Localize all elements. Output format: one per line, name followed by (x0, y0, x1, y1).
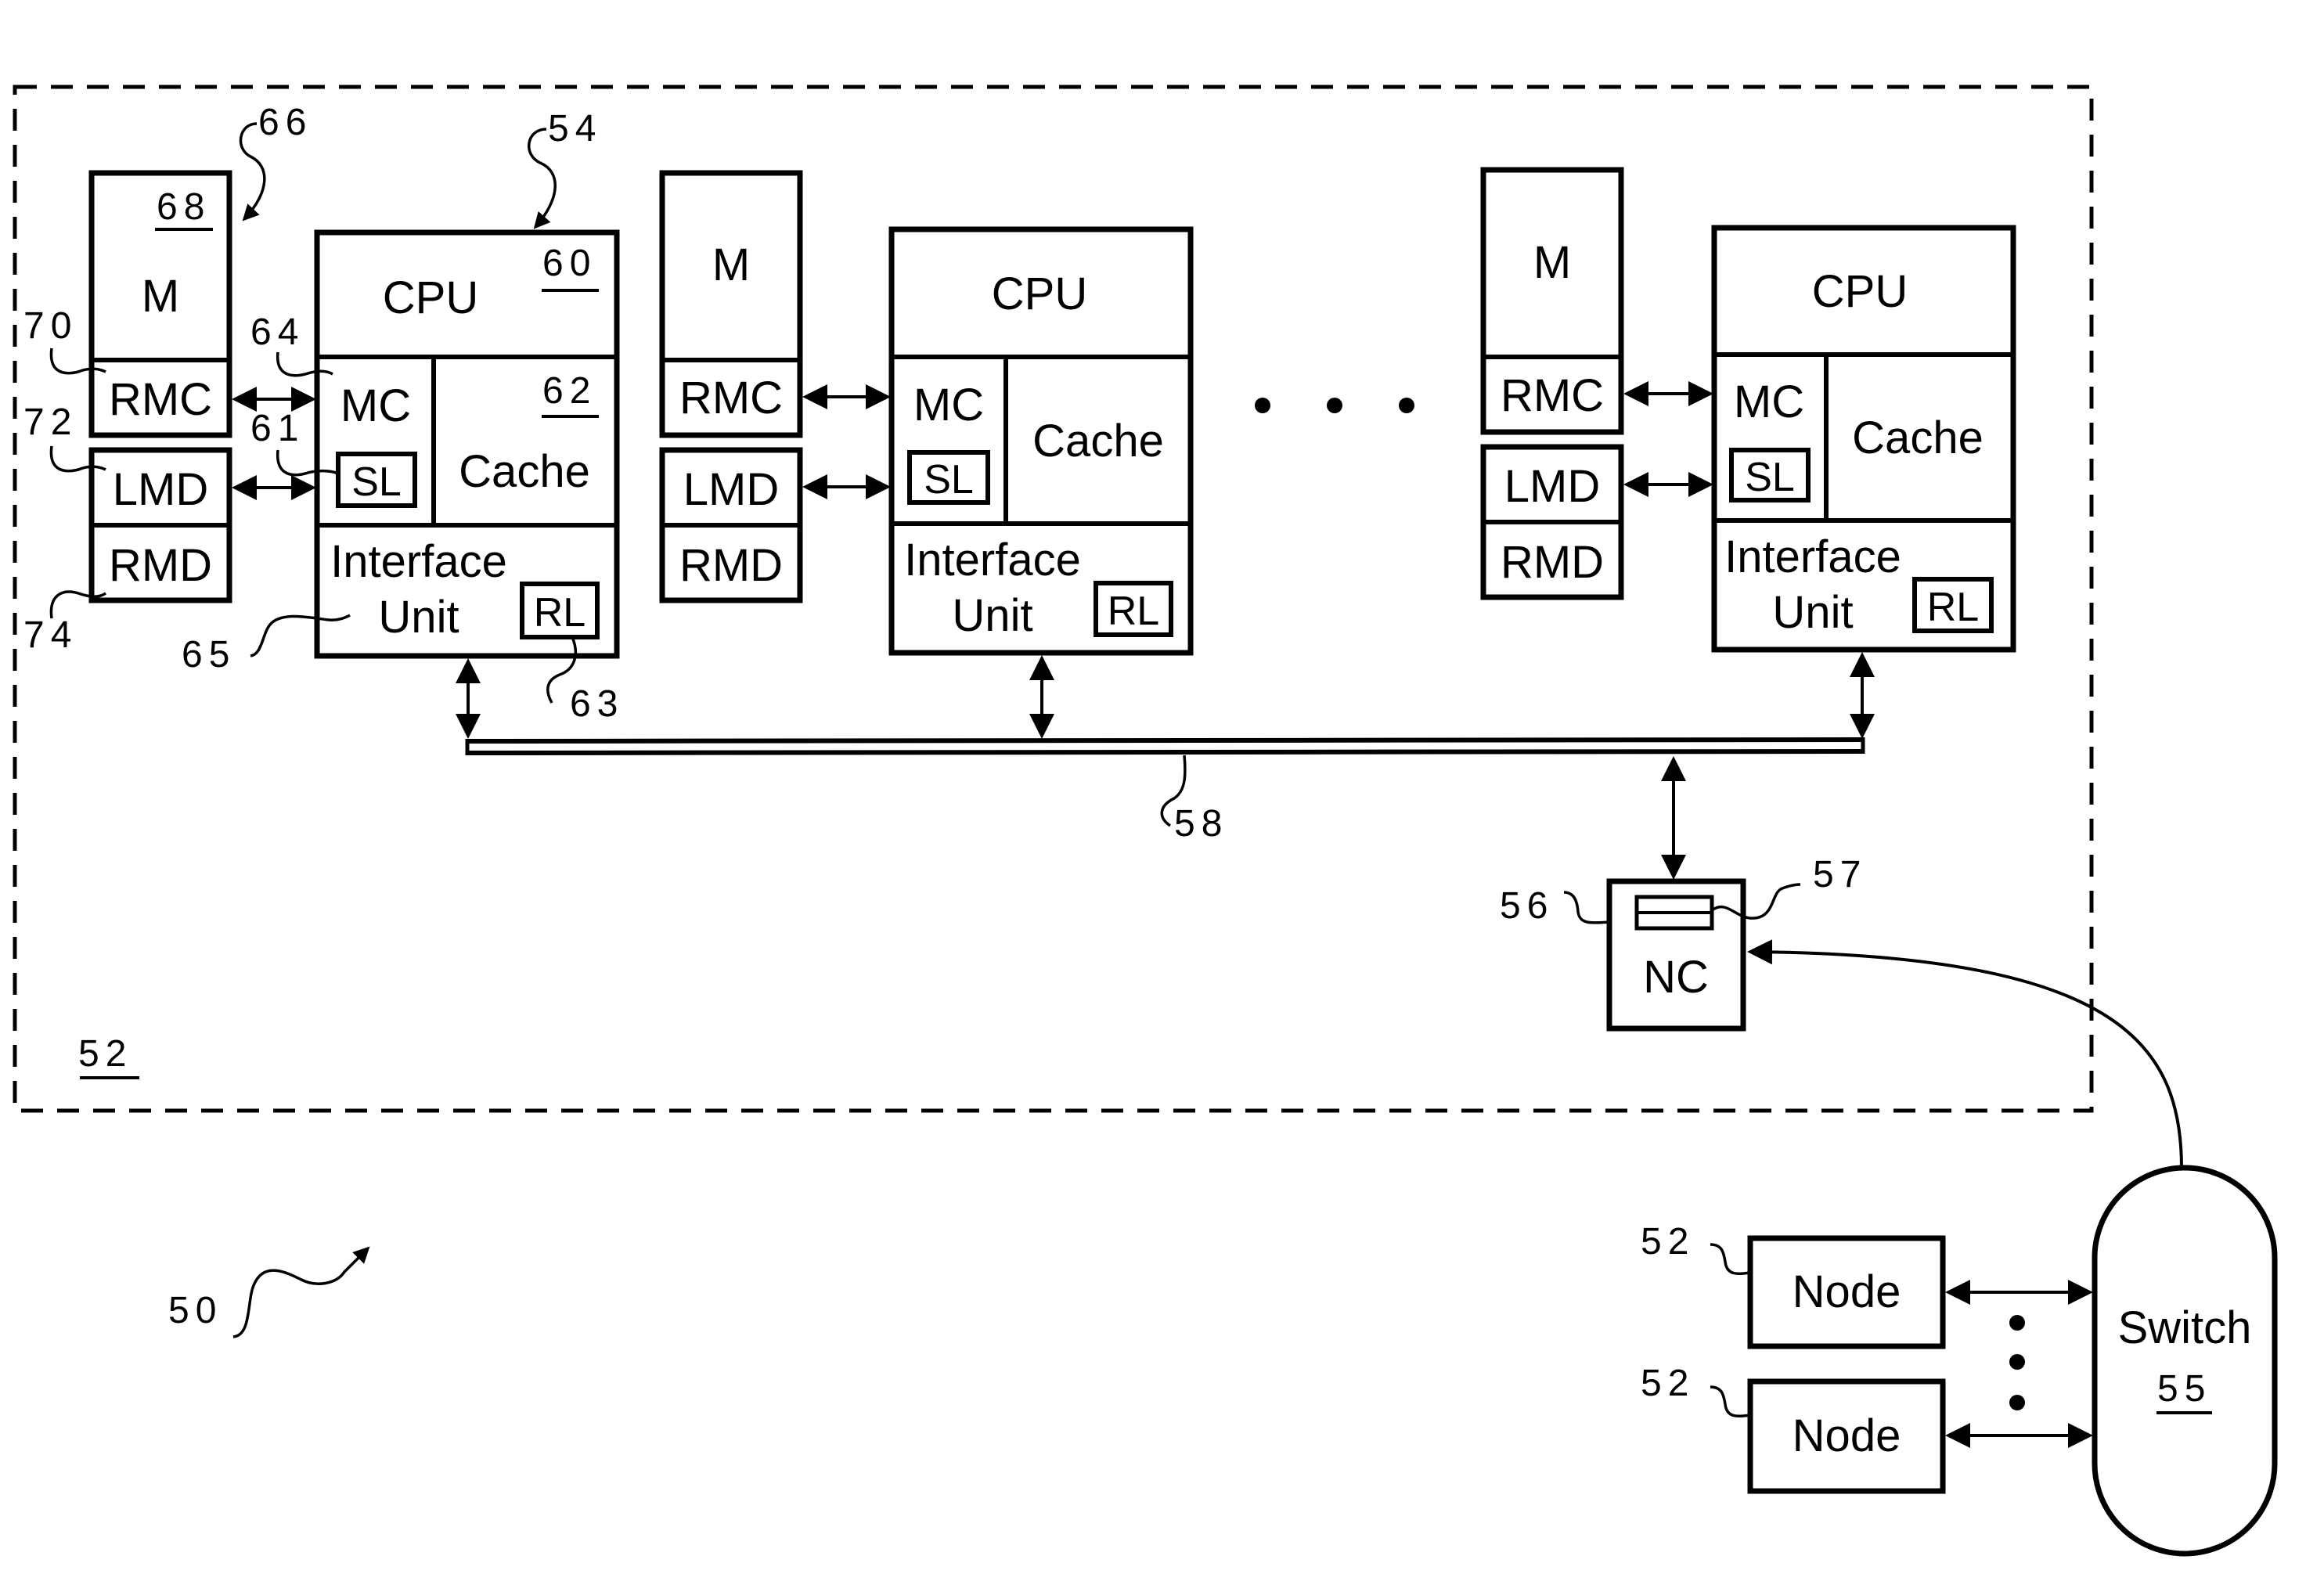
memory-label: M (712, 240, 750, 290)
rmc-label: RMC (679, 373, 783, 423)
memory-block[interactable]: M RMC (659, 170, 803, 438)
nc-label: NC (1643, 952, 1709, 1003)
sl-label: SL (351, 459, 402, 505)
ref-64: 64 (250, 312, 304, 353)
cpu-block[interactable]: CPU 60 MC SL Cache 62 Interface Unit RL (314, 229, 620, 659)
cpu-block[interactable]: CPU MC SL Cache Interface Unit RL (1711, 225, 2016, 653)
memory-label: M (1533, 237, 1571, 288)
ref-70: 70 (23, 305, 77, 347)
lmd-label: LMD (1504, 461, 1600, 512)
memory-label: M (142, 271, 179, 322)
cpu-label: CPU (1812, 266, 1908, 317)
ref-50: 50 (168, 1290, 222, 1331)
sl-label: SL (924, 457, 974, 502)
external-node-1[interactable]: Node (1747, 1235, 1946, 1349)
memory-block[interactable]: M RMC (1480, 167, 1624, 435)
ref-52-node1: 52 (1641, 1221, 1695, 1262)
cache-label: Cache (459, 446, 590, 497)
rl-label: RL (1108, 589, 1159, 634)
interface-label-line1: Interface (904, 535, 1081, 585)
ref-61: 61 (250, 408, 304, 449)
rmd-label: RMD (1501, 537, 1604, 588)
switch-label: Switch (2118, 1302, 2252, 1353)
system-bus (465, 737, 1865, 755)
external-node-2[interactable]: Node (1747, 1378, 1946, 1494)
ref-63: 63 (570, 683, 624, 725)
ref-66: 66 (258, 102, 312, 143)
processor-group-3: M RMC LMD RMD CPU MC SL Cache Interface … (1480, 167, 2016, 739)
mc-label: MC (1734, 376, 1804, 427)
interface-label-line1: Interface (330, 536, 507, 587)
ref-65: 65 (182, 634, 236, 675)
processor-group-1: M 68 RMC LMD RMD CPU 60 MC SL Cache 62 I… (88, 170, 620, 739)
system-diagram: 52 M 68 RMC LMD RMD CPU 60 MC SL Cache 6… (13, 85, 2278, 1557)
node-label: Node (1793, 1410, 1901, 1461)
ref-54: 54 (548, 108, 602, 149)
ref-74: 74 (23, 614, 77, 656)
memory-ref-label: 68 (157, 186, 211, 228)
rmd-label: RMD (679, 540, 783, 591)
rmc-label: RMC (1501, 370, 1604, 421)
switch[interactable]: Switch 55 (2092, 1165, 2278, 1557)
switch-ref-label: 55 (2157, 1368, 2211, 1410)
cpu-ref-label: 60 (542, 243, 596, 284)
rl-label: RL (1927, 585, 1979, 630)
interface-label-line1: Interface (1724, 531, 1901, 582)
directory-block[interactable]: LMD RMD (659, 447, 803, 603)
more-nodes-ellipsis (2009, 1315, 2025, 1410)
cpu-label: CPU (383, 272, 478, 323)
node-label: Node (1793, 1266, 1901, 1317)
interface-label-line2: Unit (1772, 587, 1853, 638)
ref-52-node2-leader (1710, 1385, 1751, 1417)
interface-label-line2: Unit (378, 592, 459, 643)
network-controller[interactable]: NC (1606, 878, 1746, 1032)
ref-57: 57 (1813, 854, 1867, 895)
ref-72: 72 (23, 402, 77, 443)
ref-52-node2: 52 (1641, 1363, 1695, 1404)
ref-58: 58 (1174, 803, 1228, 845)
mc-label: MC (913, 380, 984, 430)
cpu-block[interactable]: CPU MC SL Cache Interface Unit RL (888, 226, 1194, 656)
ref-56-leader (1563, 891, 1610, 924)
cache-label: Cache (1852, 412, 1984, 463)
switch-nc-link (1747, 939, 2183, 1169)
directory-block[interactable]: LMD RMD (88, 447, 232, 603)
ref-50-leader (232, 1246, 370, 1338)
rmd-label: RMD (109, 540, 212, 591)
ref-52-node1-leader (1710, 1243, 1751, 1275)
rmc-label: RMC (109, 374, 212, 425)
sl-label: SL (1745, 455, 1795, 500)
mc-label: MC (340, 380, 411, 431)
processor-group-2: M RMC LMD RMD CPU MC SL Cache Interface … (659, 170, 1194, 739)
cache-label: Cache (1032, 416, 1164, 466)
interface-label-line2: Unit (952, 590, 1032, 641)
memory-block[interactable]: M 68 RMC (88, 170, 232, 438)
more-groups-ellipsis (1255, 398, 1414, 413)
ref-56: 56 (1500, 885, 1554, 927)
lmd-label: LMD (113, 464, 208, 515)
node-ref-label: 52 (78, 1033, 132, 1075)
lmd-label: LMD (683, 464, 779, 515)
cache-ref-label: 62 (542, 370, 596, 412)
directory-block[interactable]: LMD RMD (1480, 444, 1624, 600)
rl-label: RL (534, 590, 586, 636)
cpu-label: CPU (992, 268, 1087, 319)
